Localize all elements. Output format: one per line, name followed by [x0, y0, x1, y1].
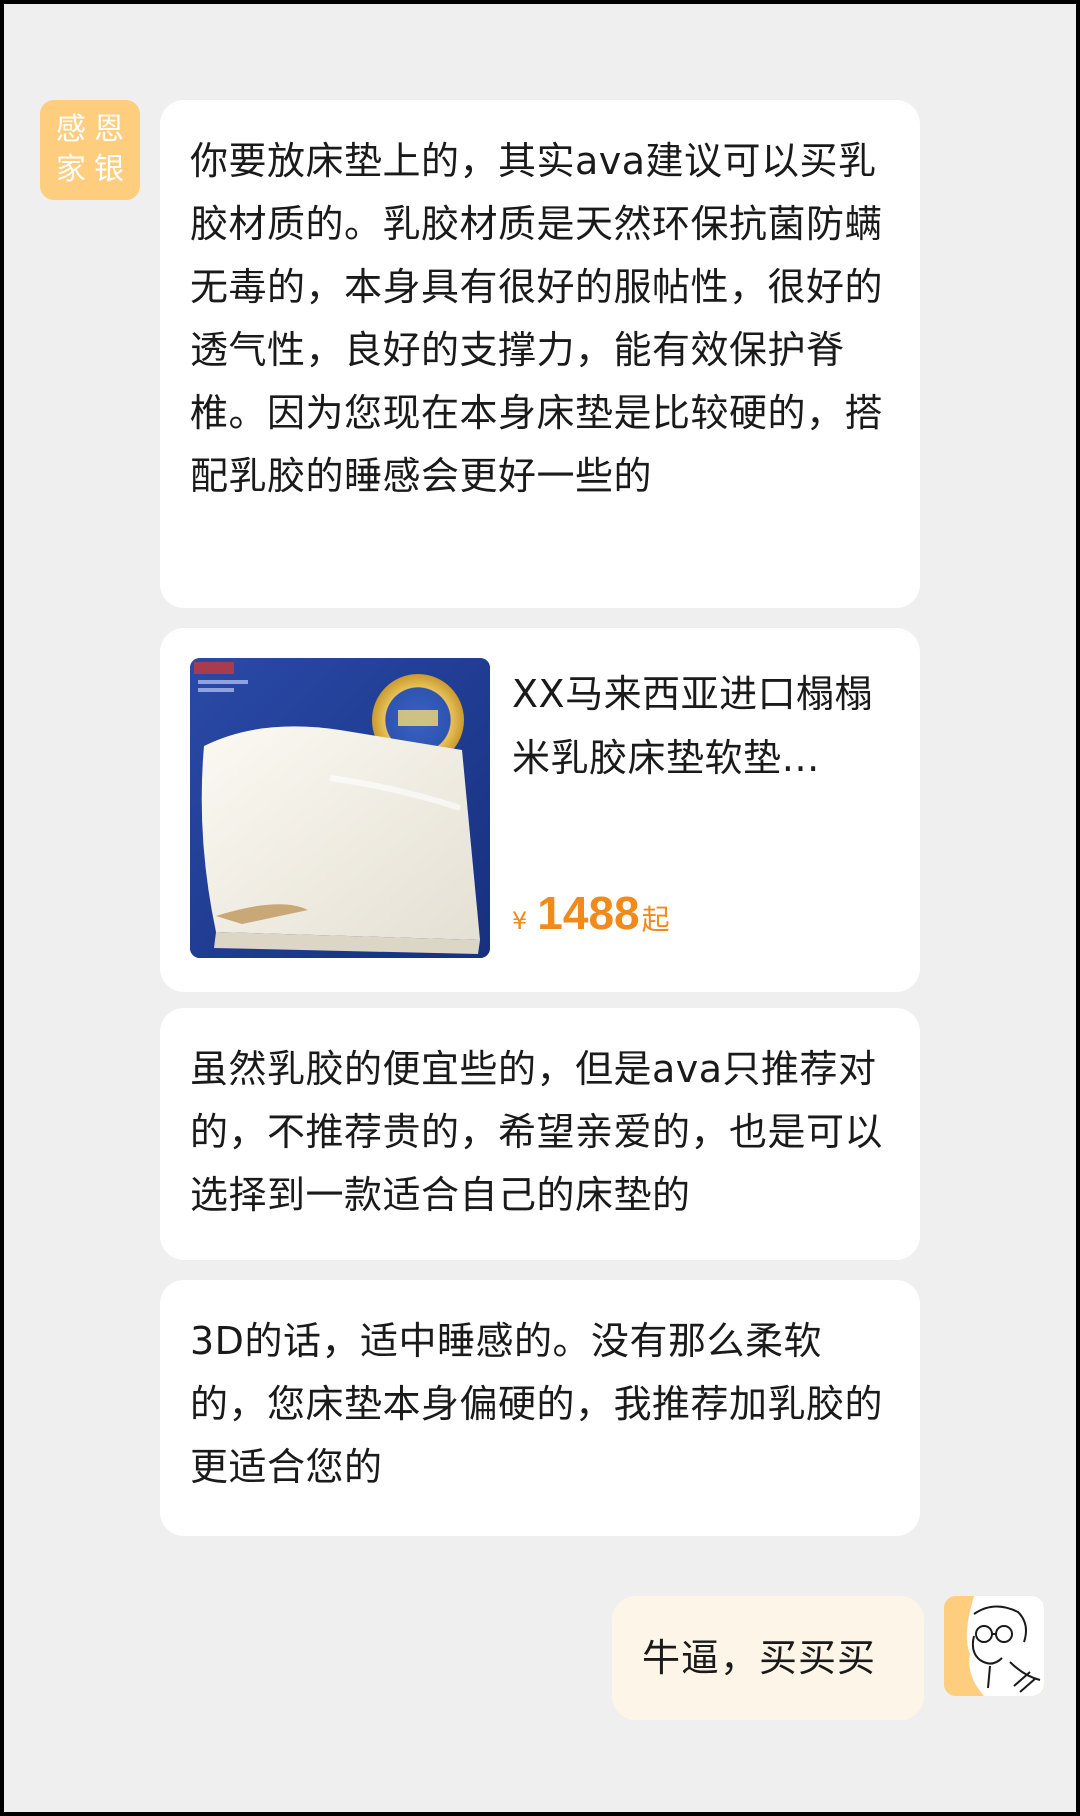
agent-avatar[interactable]: 感 恩 家 银 — [40, 100, 140, 200]
user-avatar[interactable] — [944, 1596, 1044, 1696]
price-suffix: 起 — [641, 903, 670, 936]
avatar-char: 银 — [94, 152, 124, 187]
message-text: 你要放床垫上的，其实ava建议可以买乳胶材质的。乳胶材质是天然环保抗菌防螨 无毒… — [190, 139, 884, 498]
avatar-char: 恩 — [94, 112, 124, 147]
price-value: 1488 — [537, 887, 640, 939]
product-price: ¥ 1488 起 — [512, 886, 670, 940]
product-card[interactable]: XX马来西亚进口榻榻米乳胶床垫软垫… ¥ 1488 起 — [160, 628, 920, 992]
message-text: 虽然乳胶的便宜些的，但是ava只推荐对的，不推荐贵的，希望亲爱的，也是可以选择到… — [190, 1047, 884, 1217]
product-image[interactable] — [190, 658, 490, 958]
agent-message-bubble[interactable]: 3D的话，适中睡感的。没有那么柔软的，您床垫本身偏硬的，我推荐加乳胶的更适合您的 — [160, 1280, 920, 1536]
price-currency: ¥ — [512, 907, 528, 935]
avatar-char: 感 — [56, 112, 86, 147]
user-avatar-illustration — [944, 1596, 1044, 1696]
product-title: XX马来西亚进口榻榻米乳胶床垫软垫… — [512, 672, 874, 780]
chat-screen: 感 恩 家 银 你要放床垫上的，其实ava建议可以买乳胶材质的。乳胶材质是天然环… — [4, 4, 1076, 1812]
message-text: 3D的话，适中睡感的。没有那么柔软的，您床垫本身偏硬的，我推荐加乳胶的更适合您的 — [190, 1319, 884, 1489]
user-message-bubble[interactable]: 牛逼，买买买 — [612, 1596, 924, 1720]
message-text: 牛逼，买买买 — [642, 1636, 877, 1680]
mattress-image — [190, 658, 490, 958]
agent-message-bubble[interactable]: 你要放床垫上的，其实ava建议可以买乳胶材质的。乳胶材质是天然环保抗菌防螨 无毒… — [160, 100, 920, 608]
agent-message-bubble[interactable]: 虽然乳胶的便宜些的，但是ava只推荐对的，不推荐贵的，希望亲爱的，也是可以选择到… — [160, 1008, 920, 1260]
avatar-char: 家 — [56, 152, 86, 187]
